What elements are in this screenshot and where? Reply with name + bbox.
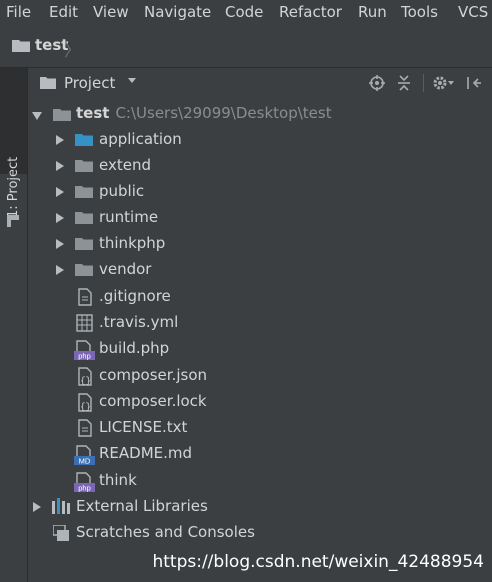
- menu-edit[interactable]: Edit: [49, 3, 78, 21]
- scratches-icon: [53, 525, 69, 541]
- folder-name: vendor: [99, 260, 152, 278]
- chevron-right-icon[interactable]: [56, 239, 64, 249]
- text-file-icon: [78, 288, 92, 306]
- php-badge: php: [78, 484, 91, 493]
- json-file-icon: {}: [78, 367, 92, 386]
- md-file-icon: MD: [74, 445, 95, 465]
- external-libraries-label: External Libraries: [76, 497, 208, 515]
- folder-name: public: [99, 182, 145, 200]
- navigation-bar: test 〉: [0, 27, 492, 68]
- toolbar-divider: [423, 74, 424, 92]
- tree-folder-row[interactable]: application: [28, 130, 492, 154]
- tree-folder-row[interactable]: runtime: [28, 208, 492, 232]
- text-file-icon: [78, 419, 92, 437]
- folder-icon: [75, 212, 93, 224]
- collapse-all-icon[interactable]: [396, 75, 412, 91]
- menu-navigate[interactable]: Navigate: [144, 3, 211, 21]
- folder-icon: [75, 186, 93, 198]
- php-file-icon: php: [74, 340, 95, 360]
- root-folder-path: C:\Users\29099\Desktop\test: [115, 104, 332, 122]
- menu-code[interactable]: Code: [225, 3, 263, 21]
- menu-bar: File Edit View Navigate Code Refactor Ru…: [0, 0, 492, 26]
- gear-icon[interactable]: [432, 75, 456, 91]
- file-name: composer.lock: [99, 392, 207, 410]
- chevron-right-icon[interactable]: [56, 161, 64, 171]
- chevron-right-icon[interactable]: [56, 187, 64, 197]
- root-folder-name: test C:\Users\29099\Desktop\test: [76, 104, 332, 122]
- folder-icon: [40, 77, 56, 89]
- php-badge: php: [78, 352, 91, 361]
- watermark-text: https://blog.csdn.net/weixin_42488954: [152, 552, 484, 572]
- tree-file-row[interactable]: {} composer.json: [28, 366, 492, 390]
- project-structure-icon: [7, 215, 19, 227]
- file-name: .travis.yml: [99, 313, 179, 331]
- menu-run[interactable]: Run: [358, 3, 387, 21]
- folder-icon: [75, 264, 93, 276]
- folder-icon: [75, 160, 93, 172]
- hide-panel-icon[interactable]: [466, 75, 482, 91]
- breadcrumb-separator: 〉: [64, 41, 81, 61]
- menu-file[interactable]: File: [6, 3, 31, 21]
- tree-scratches-row[interactable]: Scratches and Consoles: [28, 523, 492, 547]
- md-badge: MD: [79, 457, 91, 466]
- file-name: build.php: [99, 339, 170, 357]
- file-name: think: [99, 471, 137, 489]
- folder-icon: [75, 238, 93, 250]
- chevron-right-icon[interactable]: [56, 213, 64, 223]
- tree-root-row[interactable]: test C:\Users\29099\Desktop\test: [28, 104, 492, 128]
- chevron-right-icon[interactable]: [56, 135, 64, 145]
- chevron-right-icon[interactable]: [56, 265, 64, 275]
- tree-file-row[interactable]: MD README.md: [28, 444, 492, 468]
- file-name: README.md: [99, 444, 193, 462]
- tree-file-row[interactable]: php build.php: [28, 339, 492, 363]
- menu-tools[interactable]: Tools: [401, 3, 438, 21]
- tree-external-libraries-row[interactable]: External Libraries: [28, 497, 492, 521]
- panel-title[interactable]: Project: [64, 74, 115, 92]
- php-file-icon: php: [74, 472, 95, 492]
- file-name: LICENSE.txt: [99, 418, 188, 436]
- menu-refactor[interactable]: Refactor: [279, 3, 342, 21]
- folder-icon: [75, 134, 93, 146]
- locate-icon[interactable]: [369, 75, 385, 91]
- tree-folder-row[interactable]: public: [28, 182, 492, 206]
- folder-icon: [53, 109, 71, 121]
- folder-icon: [12, 40, 30, 52]
- tree-folder-row[interactable]: extend: [28, 156, 492, 180]
- tree-file-row[interactable]: php think: [28, 471, 492, 495]
- menu-vcs[interactable]: VCS: [458, 3, 488, 21]
- file-name: .gitignore: [99, 287, 171, 305]
- svg-text:{}: {}: [80, 376, 91, 386]
- json-file-icon: {}: [78, 393, 92, 412]
- library-icon: [52, 498, 70, 514]
- folder-name: thinkphp: [99, 234, 166, 252]
- tree-file-row[interactable]: .travis.yml: [28, 313, 492, 337]
- chevron-right-icon[interactable]: [33, 502, 41, 512]
- svg-text:{}: {}: [80, 402, 91, 412]
- folder-name: application: [99, 130, 182, 148]
- tree-file-row[interactable]: {} composer.lock: [28, 392, 492, 416]
- tree-file-row[interactable]: .gitignore: [28, 287, 492, 311]
- project-tool-tab[interactable]: 1: Project: [0, 68, 27, 227]
- yml-file-icon: [76, 314, 93, 332]
- folder-name: runtime: [99, 208, 159, 226]
- file-name: composer.json: [99, 366, 208, 384]
- folder-name: extend: [99, 156, 151, 174]
- menu-view[interactable]: View: [93, 3, 129, 21]
- chevron-down-icon[interactable]: [128, 78, 136, 83]
- chevron-down-icon[interactable]: [32, 112, 42, 120]
- tree-folder-row[interactable]: vendor: [28, 260, 492, 284]
- scratches-label: Scratches and Consoles: [76, 523, 255, 541]
- tree-file-row[interactable]: LICENSE.txt: [28, 418, 492, 442]
- project-tab-label: 1: Project: [6, 156, 21, 218]
- tree-folder-row[interactable]: thinkphp: [28, 234, 492, 258]
